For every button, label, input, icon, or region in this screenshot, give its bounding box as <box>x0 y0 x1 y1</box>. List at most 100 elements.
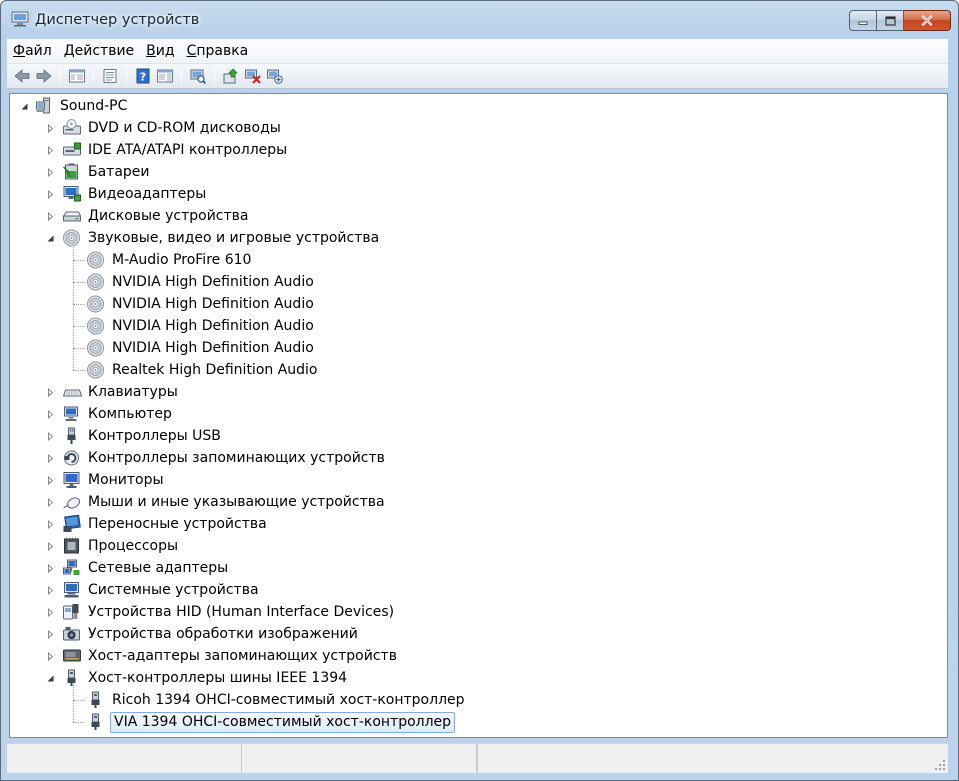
window-title: Диспетчер устройств <box>35 12 200 28</box>
collapse-arrow-icon[interactable] <box>46 234 55 243</box>
update-driver-button[interactable] <box>220 65 242 87</box>
resize-grip-icon[interactable] <box>934 759 946 771</box>
system-device-icon <box>64 582 79 598</box>
uninstall-button[interactable] <box>242 65 264 87</box>
speaker-icon <box>87 251 104 269</box>
title-bar[interactable]: Диспетчер устройств <box>1 1 958 39</box>
expand-arrow-icon[interactable] <box>46 520 55 529</box>
tree-device-node[interactable]: NVIDIA High Definition Audio <box>86 315 316 337</box>
tree-node-label: Клавиатуры <box>88 384 178 400</box>
toolbar-separator <box>126 67 127 85</box>
menu-bar: Файл Действие Вид Справка <box>7 39 948 63</box>
expand-arrow-icon[interactable] <box>46 542 55 551</box>
tree-category-node[interactable]: Устройства HID (Human Interface Devices) <box>46 601 396 623</box>
expand-arrow-icon[interactable] <box>46 168 55 177</box>
tree-device-node[interactable]: NVIDIA High Definition Audio <box>86 337 316 359</box>
tree-category-node[interactable]: Звуковые, видео и игровые устройства <box>46 227 381 249</box>
tree-category-node[interactable]: Дисковые устройства <box>46 205 251 227</box>
tree-device-node[interactable]: VIA 1394 OHCI-совместимый хост-контролле… <box>86 711 456 733</box>
back-button[interactable] <box>11 65 33 87</box>
expand-arrow-icon[interactable] <box>46 454 55 463</box>
minimize-button[interactable] <box>849 10 877 31</box>
tree-device-node[interactable]: Ricoh 1394 OHCI-совместимый хост-контрол… <box>86 689 467 711</box>
collapse-arrow-icon[interactable] <box>20 102 29 111</box>
tree-category-node[interactable]: Переносные устройства <box>46 513 269 535</box>
tree-category-node[interactable]: Мыши и иные указывающие устройства <box>46 491 387 513</box>
tree-node-label: Видеоадаптеры <box>88 186 207 202</box>
tree-node-label: Ricoh 1394 OHCI-совместимый хост-контрол… <box>112 692 465 708</box>
usb-icon <box>67 427 76 444</box>
expand-arrow-icon[interactable] <box>46 124 55 133</box>
tree-device-node[interactable]: NVIDIA High Definition Audio <box>86 293 316 315</box>
maximize-button[interactable] <box>877 10 904 31</box>
tree-connector-line <box>73 304 85 305</box>
expand-arrow-icon[interactable] <box>46 608 55 617</box>
tree-category-node[interactable]: Хост-адаптеры запоминающих устройств <box>46 645 399 667</box>
tree-category-node[interactable]: Системные устройства <box>46 579 261 601</box>
toolbar-separator <box>214 67 215 85</box>
expand-arrow-icon[interactable] <box>46 212 55 221</box>
tree-category-node[interactable]: Процессоры <box>46 535 180 557</box>
tree-category-node[interactable]: Хост-контроллеры шины IEEE 1394 <box>46 667 349 689</box>
tree-category-node[interactable]: Устройства обработки изображений <box>46 623 360 645</box>
tree-node-label: IDE ATA/ATAPI контроллеры <box>88 142 288 158</box>
help-icon: ? <box>136 68 150 84</box>
tree-category-node[interactable]: Мониторы <box>46 469 166 491</box>
tree-node-label: Устройства обработки изображений <box>88 626 358 642</box>
disk-drive-icon <box>62 211 82 222</box>
expand-arrow-icon[interactable] <box>46 652 55 661</box>
tree-category-node[interactable]: Контроллеры USB <box>46 425 223 447</box>
status-cell <box>7 744 242 773</box>
expand-arrow-icon[interactable] <box>46 586 55 595</box>
menu-help[interactable]: Справка <box>181 40 255 62</box>
tree-category-node[interactable]: DVD и CD-ROM дисководы <box>46 117 283 139</box>
forward-button[interactable] <box>33 65 55 87</box>
tree-category-node[interactable]: Клавиатуры <box>46 381 180 403</box>
processor-icon <box>64 537 79 554</box>
expand-arrow-icon[interactable] <box>46 410 55 419</box>
network-adapter-icon <box>63 559 80 575</box>
expand-arrow-icon[interactable] <box>46 190 55 199</box>
tree-node-label: NVIDIA High Definition Audio <box>112 274 314 290</box>
expand-arrow-icon[interactable] <box>46 388 55 397</box>
portable-device-icon <box>63 515 81 532</box>
show-hide-console-tree-icon <box>69 69 85 83</box>
menu-view[interactable]: Вид <box>140 40 180 62</box>
menu-action[interactable]: Действие <box>58 40 140 62</box>
help-button[interactable]: ? <box>132 65 154 87</box>
tree-category-node[interactable]: IDE ATA/ATAPI контроллеры <box>46 139 289 161</box>
back-icon <box>14 69 30 83</box>
expand-arrow-icon[interactable] <box>46 432 55 441</box>
expand-arrow-icon[interactable] <box>46 498 55 507</box>
tree-connector-line <box>73 245 74 370</box>
tree-device-node[interactable]: Realtek High Definition Audio <box>86 359 320 381</box>
scan-hardware-button[interactable] <box>187 65 209 87</box>
tree-node-label: Realtek High Definition Audio <box>112 362 318 378</box>
action-pane-button[interactable] <box>154 65 176 87</box>
tree-root-node[interactable]: Sound-PC <box>20 95 129 117</box>
tree-category-node[interactable]: Контроллеры запоминающих устройств <box>46 447 387 469</box>
menu-file[interactable]: Файл <box>7 40 58 62</box>
collapse-arrow-icon[interactable] <box>46 674 55 683</box>
expand-arrow-icon[interactable] <box>46 564 55 573</box>
svg-text:?: ? <box>140 71 146 84</box>
device-manager-window: Диспетчер устройств Файл Действие Вид Сп… <box>0 0 959 781</box>
tree-category-node[interactable]: Видеоадаптеры <box>46 183 208 205</box>
expand-arrow-icon[interactable] <box>46 476 55 485</box>
mouse-icon <box>63 497 81 509</box>
show-hide-console-tree-button[interactable] <box>66 65 88 87</box>
close-button[interactable] <box>904 10 951 31</box>
tree-category-node[interactable]: Сетевые адаптеры <box>46 557 230 579</box>
tree-device-node[interactable]: M-Audio ProFire 610 <box>86 249 253 271</box>
tree-category-node[interactable]: Компьютер <box>46 403 174 425</box>
expand-arrow-icon[interactable] <box>46 630 55 639</box>
enable-device-button[interactable] <box>264 65 286 87</box>
tree-category-node[interactable]: Батареи <box>46 161 152 183</box>
expand-arrow-icon[interactable] <box>46 146 55 155</box>
properties-button[interactable] <box>99 65 121 87</box>
tree-node-label: Контроллеры запоминающих устройств <box>88 450 385 466</box>
toolbar-separator <box>181 67 182 85</box>
tree-device-node[interactable]: NVIDIA High Definition Audio <box>86 271 316 293</box>
action-pane-icon <box>157 69 173 83</box>
device-tree-panel[interactable]: Sound-PC DVD и CD-ROM дисководы IDE ATA/AT… <box>9 93 948 738</box>
